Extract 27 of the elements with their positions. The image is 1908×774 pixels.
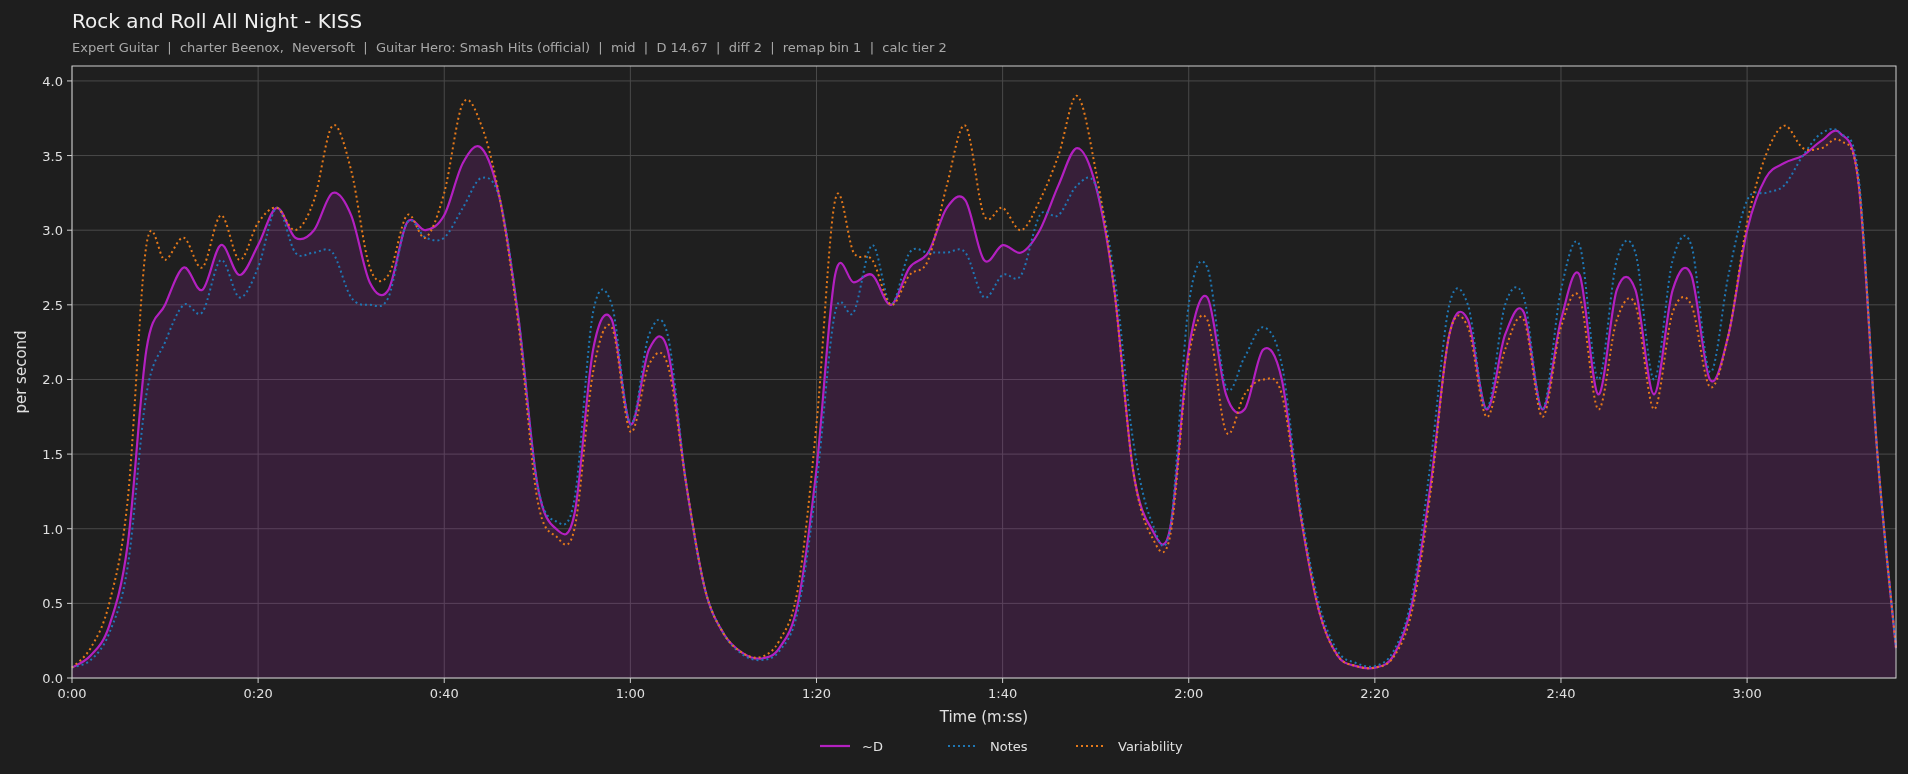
axis-tick-label: 1:40 — [988, 686, 1018, 701]
axis-tick-label: 2:20 — [1360, 686, 1390, 701]
axis-tick-label: 2.0 — [42, 372, 63, 388]
axis-tick-label: 2:00 — [1174, 686, 1204, 701]
axis-tick-label: 1.5 — [42, 447, 63, 463]
axis-tick-label: 0:00 — [57, 686, 87, 701]
axis-tick-label: 3.0 — [42, 223, 63, 239]
axis-tick-label: 0:20 — [243, 686, 273, 701]
axis-tick-label: 1:20 — [801, 686, 832, 701]
legend-swatch — [820, 744, 850, 748]
legend-label: Variability — [1118, 739, 1183, 754]
chart-subtitle: Expert Guitar | charter Beenox, Neversoft | Guitar Hero: Smash Hits (official) | mid | D 14.67 | diff 2 | remap bin 1 | calc tier 2 — [72, 40, 948, 55]
axis-tick-label: 0.0 — [42, 671, 63, 686]
axis-tick-label: 3:00 — [1732, 686, 1762, 701]
legend-label: ~D — [862, 739, 883, 754]
y-axis-label: per second — [12, 330, 30, 414]
x-axis-label: Time (m:ss) — [939, 708, 1029, 726]
axis-tick-label: 0.5 — [42, 596, 63, 612]
chart-title: Rock and Roll All Night - KISS — [72, 8, 364, 34]
axis-tick-label: 1:00 — [615, 686, 645, 701]
axis-tick-label: 2.5 — [42, 297, 63, 313]
axis-tick-label: 2:40 — [1546, 686, 1576, 701]
axis-tick-label: 3.5 — [42, 148, 63, 164]
axis-tick-label: 0:40 — [429, 686, 459, 701]
axis-tick-label: 4.0 — [42, 73, 63, 89]
legend-label: Notes — [990, 739, 1028, 754]
axis-tick-label: 1.0 — [42, 521, 63, 537]
